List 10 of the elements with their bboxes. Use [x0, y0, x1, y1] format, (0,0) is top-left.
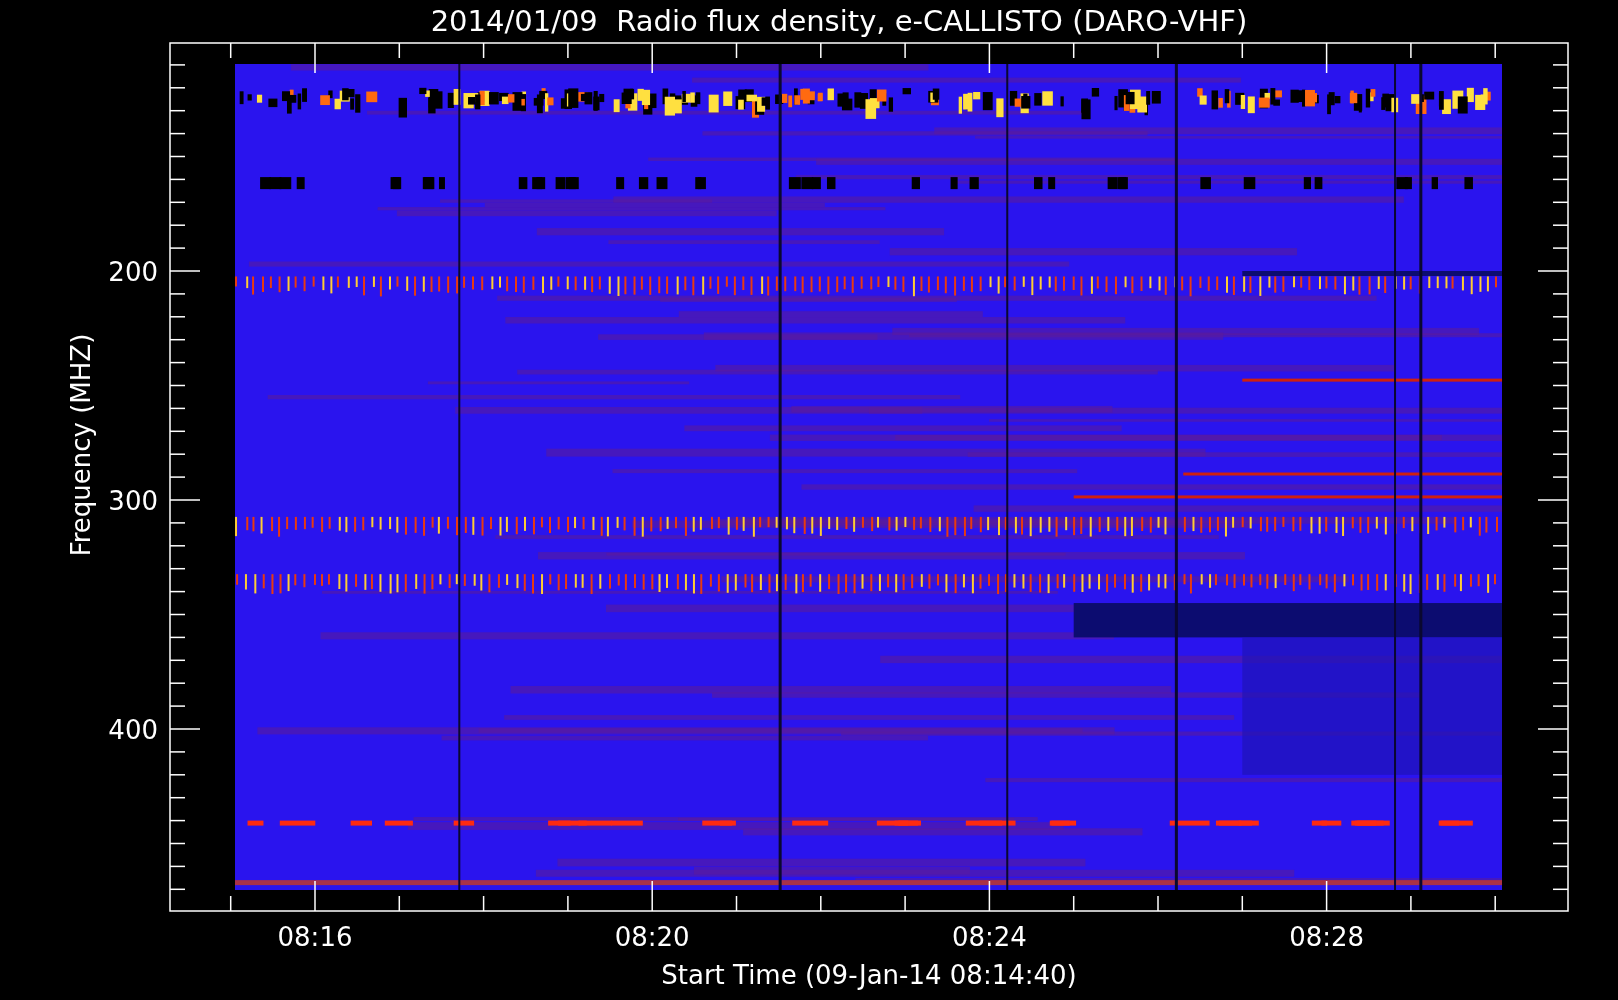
y-tick-label: 300 — [108, 486, 158, 516]
y-tick-label: 200 — [108, 257, 158, 287]
x-tick-label: 08:20 — [614, 922, 690, 952]
x-axis-label: Start Time (09-Jan-14 08:14:40) — [661, 960, 1077, 990]
y-tick-label: 400 — [108, 715, 158, 745]
x-tick-label: 08:24 — [951, 922, 1027, 952]
y-axis-label: Frequency (MHZ) — [66, 333, 96, 557]
chart-title: 2014/01/09 Radio flux density, e-CALLISTO (DARO-VHF) — [429, 3, 1249, 40]
x-tick-label: 08:16 — [277, 922, 353, 952]
x-tick-label: 08:28 — [1289, 922, 1365, 952]
